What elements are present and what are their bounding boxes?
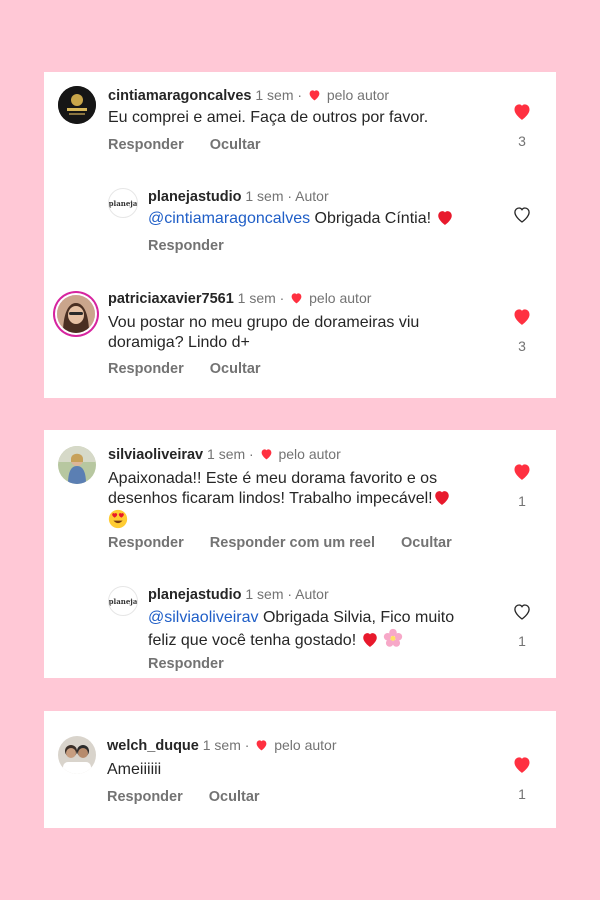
heart-outline-icon[interactable] (512, 205, 532, 224)
comment-actions: Responder Responder com um reel Ocultar (108, 535, 474, 551)
hide-button[interactable]: Ocultar (209, 789, 260, 805)
like-count: 3 (518, 133, 526, 149)
avatar-image (58, 86, 96, 124)
comment-card-2: silviaoliveirav 1 sem · pelo autor Apaix… (44, 430, 556, 678)
brand-logo: planeja (108, 596, 138, 606)
comment-actions: Responder Ocultar (107, 789, 282, 805)
reply-button[interactable]: Responder (148, 656, 224, 672)
reply-meta: planejastudio 1 sem · Autor (148, 188, 329, 205)
like-count: 1 (518, 633, 526, 649)
avatar[interactable]: planeja (108, 188, 138, 218)
hide-button[interactable]: Ocultar (401, 535, 452, 551)
like-control: 3 (512, 307, 532, 354)
comment-username[interactable]: cintiamaragoncalves (108, 88, 251, 104)
comment-text: Eu comprei e amei. Faça de outros por fa… (108, 109, 429, 126)
author-heart-icon (256, 740, 267, 751)
liked-heart-icon[interactable] (512, 307, 532, 326)
comment-time: 1 sem (207, 446, 246, 462)
comment-text: Vou postar no meu grupo de dorameiras vi… (108, 314, 420, 351)
like-control: 1 (512, 462, 532, 509)
author-badge: pelo autor (326, 87, 390, 103)
reply-button[interactable]: Responder (108, 361, 184, 377)
comment-time: 1 sem (237, 290, 276, 306)
comment-time: 1 sem (255, 87, 294, 103)
reply-meta: planejastudio 1 sem · Autor (148, 586, 329, 603)
avatar[interactable] (58, 446, 96, 484)
comment-time: 1 sem (202, 737, 241, 753)
comment-card-3: welch_duque 1 sem · pelo autor Ameiiiiii… (44, 711, 556, 828)
reply-button[interactable]: Responder (107, 789, 183, 805)
reply-text: @silviaoliveirav Obrigada Silvia, Fico m… (148, 609, 455, 649)
cherry-blossom-emoji-icon (383, 628, 403, 647)
red-heart-emoji-icon (434, 491, 449, 505)
author-badge: pelo autor (278, 446, 341, 462)
reply-button[interactable]: Responder (108, 535, 184, 551)
avatar-image (57, 295, 95, 333)
like-control: 3 (512, 102, 532, 149)
reply-text: @cintiamaragoncalves Obrigada Cíntia! (148, 209, 454, 229)
avatar[interactable] (57, 295, 95, 333)
mention-link[interactable]: @silviaoliveirav (148, 609, 259, 626)
author-badge: pelo autor (274, 737, 337, 753)
heart-eyes-emoji-icon (108, 509, 128, 529)
hide-button[interactable]: Ocultar (210, 137, 261, 153)
reply-actions: Responder (148, 656, 246, 672)
comment-username[interactable]: patriciaxavier7561 (108, 291, 234, 307)
comment-username[interactable]: silviaoliveirav (108, 447, 203, 463)
like-count: 1 (518, 786, 526, 802)
comment-actions: Responder Ocultar (108, 137, 283, 153)
author-heart-icon (309, 90, 320, 101)
hide-button[interactable]: Ocultar (210, 361, 261, 377)
liked-heart-icon[interactable] (512, 462, 532, 481)
reply-username[interactable]: planejastudio (148, 189, 241, 205)
comment-meta: patriciaxavier7561 1 sem · pelo autor (108, 290, 372, 307)
author-tag: Autor (295, 586, 329, 602)
avatar[interactable] (58, 736, 96, 774)
avatar-image (58, 736, 96, 774)
like-count: 1 (518, 493, 526, 509)
liked-heart-icon[interactable] (512, 755, 532, 774)
comment-text: Ameiiiiii (107, 761, 162, 778)
comment-meta: cintiamaragoncalves 1 sem · pelo autor (108, 87, 390, 104)
author-heart-icon (261, 449, 271, 460)
reply-with-reel-button[interactable]: Responder com um reel (210, 535, 375, 551)
comment-actions: Responder Ocultar (108, 361, 283, 377)
reply-time: 1 sem (245, 188, 284, 204)
author-badge: pelo autor (309, 290, 372, 306)
comment-meta: welch_duque 1 sem · pelo autor (107, 737, 337, 754)
liked-heart-icon[interactable] (512, 102, 532, 121)
reply-username[interactable]: planejastudio (148, 587, 241, 603)
reply-button[interactable]: Responder (148, 238, 224, 254)
reply-button[interactable]: Responder (108, 137, 184, 153)
author-tag: Autor (295, 188, 329, 204)
mention-link[interactable]: @cintiamaragoncalves (148, 210, 310, 227)
like-control: 1 (512, 602, 532, 649)
red-heart-emoji-icon (362, 633, 377, 647)
comment-username[interactable]: welch_duque (107, 738, 199, 754)
comment-card-1: cintiamaragoncalves 1 sem · pelo autor E… (44, 72, 556, 398)
red-heart-emoji-icon (437, 211, 452, 225)
comment-meta: silviaoliveirav 1 sem · pelo autor (108, 446, 341, 463)
like-count: 3 (518, 338, 526, 354)
like-control: 1 (512, 755, 532, 802)
heart-outline-icon[interactable] (512, 602, 532, 621)
brand-logo: planeja (108, 198, 138, 208)
like-control (512, 205, 532, 224)
author-heart-icon (291, 293, 302, 304)
avatar[interactable]: planeja (108, 586, 138, 616)
reply-time: 1 sem (245, 586, 284, 602)
avatar-image (58, 446, 96, 484)
reply-actions: Responder (148, 238, 246, 254)
comment-text: Apaixonada!! Este é meu dorama favorito … (108, 469, 451, 532)
avatar[interactable] (58, 86, 96, 124)
